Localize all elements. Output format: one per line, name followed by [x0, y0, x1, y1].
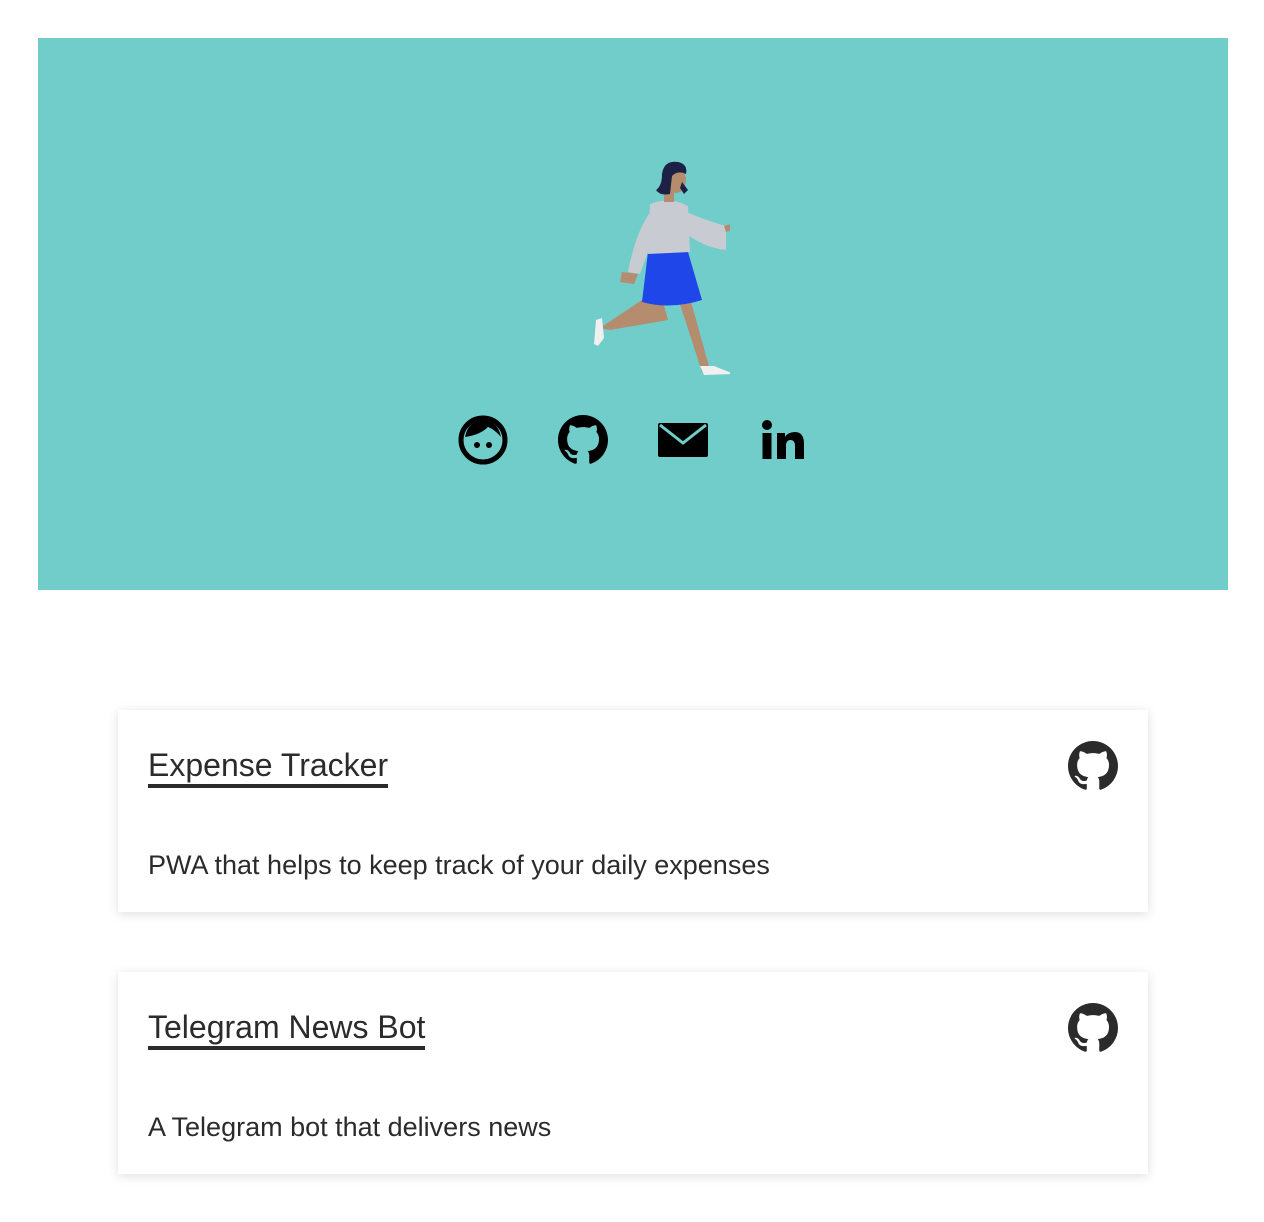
project-card: Expense Tracker PWA that helps to keep t… [118, 710, 1148, 912]
project-description: A Telegram bot that delivers news [148, 1112, 552, 1142]
social-links [458, 415, 808, 465]
linkedin-icon[interactable] [758, 415, 808, 465]
about-face-icon[interactable] [458, 415, 508, 465]
github-icon[interactable] [558, 415, 608, 465]
project-card: Telegram News Bot A Telegram bot that de… [118, 972, 1148, 1174]
project-description: PWA that helps to keep track of your dai… [148, 850, 770, 880]
github-icon[interactable] [1068, 1003, 1118, 1053]
mail-icon[interactable] [658, 415, 708, 465]
github-icon[interactable] [1068, 741, 1118, 791]
project-title-link[interactable]: Telegram News Bot [148, 1008, 426, 1050]
hero-banner [38, 38, 1228, 590]
walking-woman-illustration [594, 161, 730, 375]
project-title-link[interactable]: Expense Tracker [148, 746, 389, 788]
